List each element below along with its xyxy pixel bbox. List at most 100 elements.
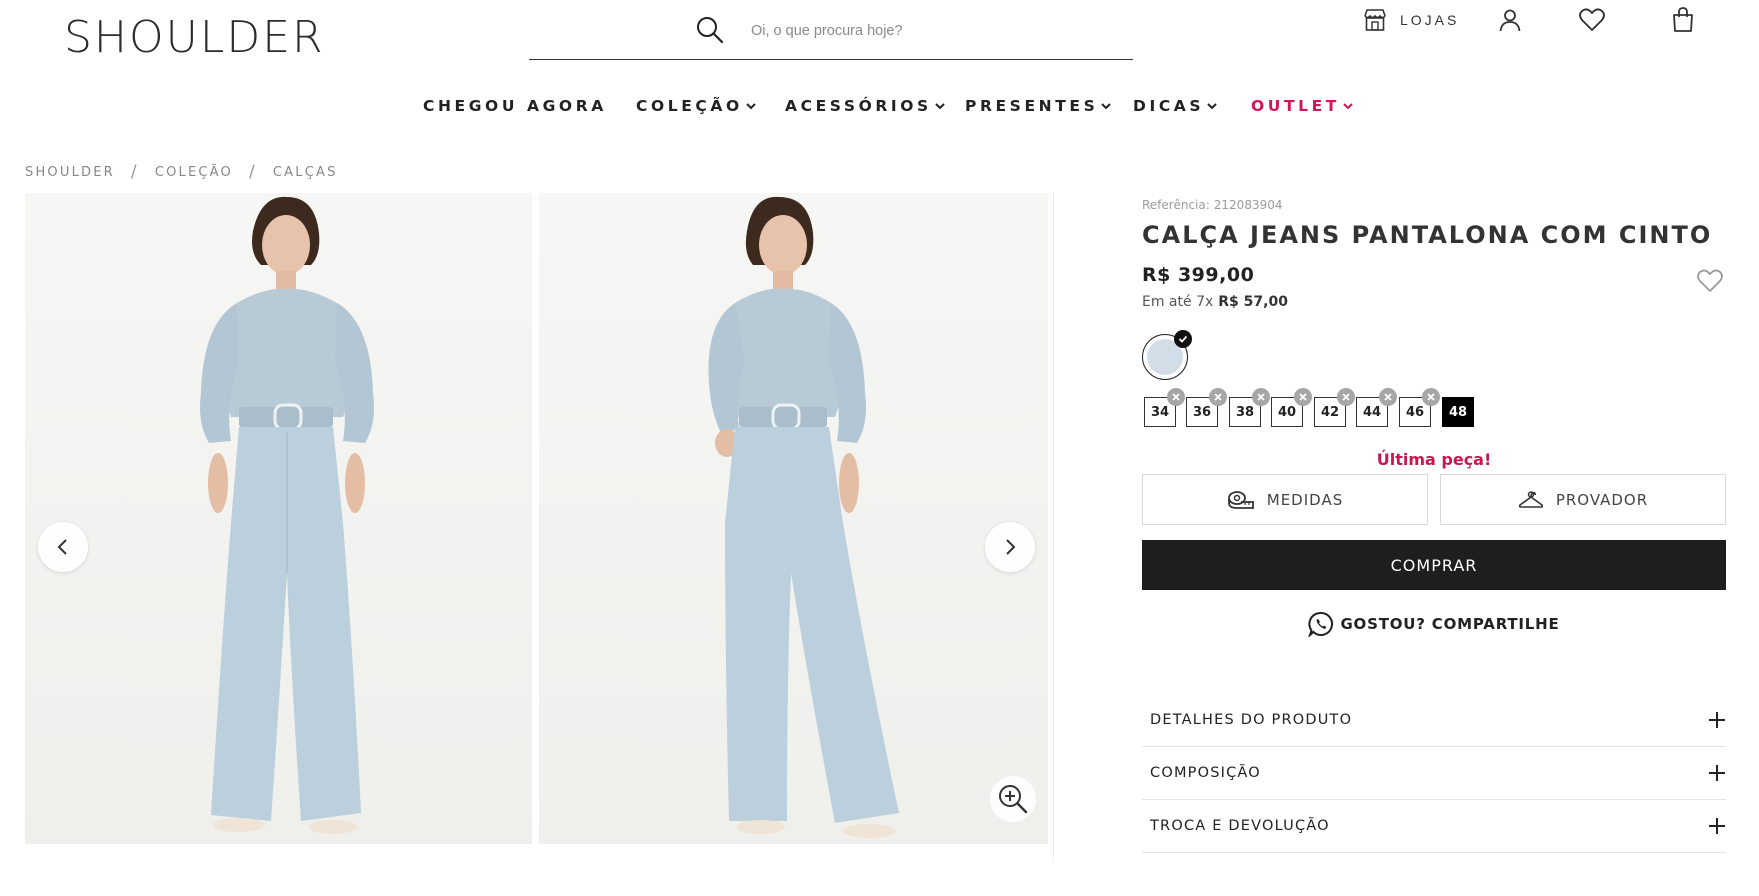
user-icon bbox=[1499, 9, 1521, 32]
size-label: 42 bbox=[1320, 404, 1340, 420]
accordion-label: COMPOSIÇÃO bbox=[1150, 765, 1261, 781]
check-icon bbox=[1174, 330, 1192, 348]
plus-icon bbox=[1709, 818, 1725, 834]
search-input[interactable] bbox=[751, 18, 1111, 44]
breadcrumb-home[interactable]: SHOULDER bbox=[25, 165, 115, 180]
nav-presentes[interactable]: PRESENTES bbox=[965, 88, 1112, 124]
product-price: R$ 399,00 bbox=[1142, 264, 1255, 286]
size-option-48[interactable]: 48 bbox=[1442, 397, 1474, 427]
gallery-prev-button[interactable] bbox=[38, 522, 88, 572]
nav-label: PRESENTES bbox=[965, 97, 1099, 115]
reference-label: Referência: bbox=[1142, 198, 1210, 212]
breadcrumb-calcas[interactable]: CALÇAS bbox=[273, 165, 338, 180]
zoom-button[interactable] bbox=[990, 776, 1036, 822]
size-option-46[interactable]: 46 bbox=[1399, 388, 1440, 427]
unavailable-x-icon bbox=[1209, 388, 1227, 406]
unavailable-x-icon bbox=[1379, 388, 1397, 406]
gallery-next-button[interactable] bbox=[985, 522, 1035, 572]
size-label: 40 bbox=[1277, 404, 1297, 420]
installments-prefix: Em até 7x bbox=[1142, 294, 1214, 310]
nav-acessorios[interactable]: ACESSÓRIOS bbox=[785, 88, 946, 124]
size-option-36[interactable]: 36 bbox=[1186, 388, 1227, 427]
accordion-label: TROCA E DEVOLUÇÃO bbox=[1150, 818, 1330, 834]
nav-label: DICAS bbox=[1133, 97, 1205, 115]
nav-label: ACESSÓRIOS bbox=[785, 97, 932, 115]
size-option-34[interactable]: 34 bbox=[1144, 388, 1185, 427]
product-page: SHOULDER LOJAS bbox=[0, 0, 1759, 896]
zoom-in-icon bbox=[999, 785, 1028, 814]
breadcrumb-colecao[interactable]: COLEÇÃO bbox=[155, 165, 233, 180]
size-option-42[interactable]: 42 bbox=[1314, 388, 1355, 427]
unavailable-x-icon bbox=[1167, 388, 1185, 406]
gallery-divider bbox=[1053, 193, 1054, 858]
measures-label: MEDIDAS bbox=[1266, 490, 1344, 509]
model-illustration bbox=[200, 196, 374, 834]
nav-label: OUTLET bbox=[1251, 97, 1340, 115]
search-icon[interactable] bbox=[693, 14, 727, 48]
nav-outlet[interactable]: OUTLET bbox=[1251, 88, 1354, 124]
hanger-icon bbox=[1518, 490, 1543, 508]
share-label: GOSTOU? COMPARTILHE bbox=[1340, 615, 1560, 633]
color-swatch-selected[interactable] bbox=[1142, 330, 1192, 380]
shopping-bag-icon bbox=[1673, 7, 1693, 32]
size-option-44[interactable]: 44 bbox=[1356, 388, 1397, 427]
unavailable-x-icon bbox=[1252, 388, 1270, 406]
product-reference: Referência: 212083904 bbox=[1142, 198, 1283, 212]
size-option-38[interactable]: 38 bbox=[1229, 388, 1270, 427]
model-illustration bbox=[708, 196, 899, 838]
size-label: 48 bbox=[1448, 404, 1468, 420]
nav-colecao[interactable]: COLEÇÃO bbox=[636, 88, 757, 124]
size-label: 46 bbox=[1405, 404, 1425, 420]
unavailable-x-icon bbox=[1337, 388, 1355, 406]
unavailable-x-icon bbox=[1294, 388, 1312, 406]
stores-link[interactable]: LOJAS bbox=[1362, 0, 1459, 40]
buy-button[interactable]: COMPRAR bbox=[1142, 540, 1726, 590]
measuring-tape-icon bbox=[1227, 490, 1254, 509]
chevron-down-icon bbox=[935, 103, 945, 110]
nav-label: CHEGOU AGORA bbox=[423, 97, 607, 115]
stock-alert: Última peça! bbox=[1376, 450, 1492, 469]
product-photo-side[interactable] bbox=[539, 193, 1048, 844]
installments-info: Em até 7x R$ 57,00 bbox=[1142, 294, 1288, 310]
nav-dicas[interactable]: DICAS bbox=[1133, 88, 1218, 124]
account-button[interactable] bbox=[1497, 0, 1523, 40]
accordion-product-details[interactable]: DETALHES DO PRODUTO bbox=[1142, 694, 1726, 747]
breadcrumb: SHOULDER / COLEÇÃO / CALÇAS bbox=[25, 162, 338, 182]
search-bar bbox=[529, 8, 1133, 60]
size-label: 38 bbox=[1235, 404, 1255, 420]
brand-logo[interactable]: SHOULDER bbox=[64, 12, 325, 63]
wishlist-button[interactable] bbox=[1578, 0, 1606, 40]
breadcrumb-separator: / bbox=[248, 162, 257, 182]
measures-button[interactable]: MEDIDAS bbox=[1142, 474, 1428, 525]
product-photo-front[interactable] bbox=[25, 193, 532, 844]
whatsapp-icon bbox=[1308, 611, 1334, 637]
chevron-left-icon bbox=[57, 539, 67, 555]
accordion-exchange-return[interactable]: TROCA E DEVOLUÇÃO bbox=[1142, 800, 1726, 853]
fitting-label: PROVADOR bbox=[1555, 490, 1649, 509]
nav-chegou-agora[interactable]: CHEGOU AGORA bbox=[423, 88, 607, 124]
share-whatsapp-button[interactable]: GOSTOU? COMPARTILHE bbox=[1142, 609, 1726, 639]
chevron-down-icon bbox=[746, 103, 756, 110]
store-icon bbox=[1364, 9, 1386, 31]
plus-icon bbox=[1709, 765, 1725, 781]
size-option-40[interactable]: 40 bbox=[1271, 388, 1312, 427]
size-label: 44 bbox=[1362, 404, 1382, 420]
accordion-label: DETALHES DO PRODUTO bbox=[1150, 712, 1353, 728]
product-accordion: DETALHES DO PRODUTO COMPOSIÇÃO TROCA E D… bbox=[1142, 694, 1726, 853]
chevron-down-icon bbox=[1101, 103, 1112, 110]
favorite-product-icon[interactable] bbox=[1696, 268, 1724, 294]
product-title: CALÇA JEANS PANTALONA COM CINTO bbox=[1142, 221, 1713, 249]
chevron-down-icon bbox=[1207, 103, 1217, 110]
accordion-composition[interactable]: COMPOSIÇÃO bbox=[1142, 747, 1726, 800]
fitting-room-button[interactable]: PROVADOR bbox=[1440, 474, 1726, 525]
unavailable-x-icon bbox=[1422, 388, 1440, 406]
main-nav: CHEGOU AGORA COLEÇÃO ACESSÓRIOS PRESENTE… bbox=[0, 88, 1759, 124]
heart-icon bbox=[1579, 8, 1605, 31]
chevron-down-icon bbox=[1343, 103, 1353, 110]
stores-label: LOJAS bbox=[1400, 12, 1460, 28]
nav-label: COLEÇÃO bbox=[636, 97, 743, 115]
size-label: 36 bbox=[1192, 404, 1212, 420]
installments-value: R$ 57,00 bbox=[1218, 294, 1288, 310]
breadcrumb-separator: / bbox=[130, 162, 139, 182]
cart-button[interactable] bbox=[1670, 0, 1696, 40]
